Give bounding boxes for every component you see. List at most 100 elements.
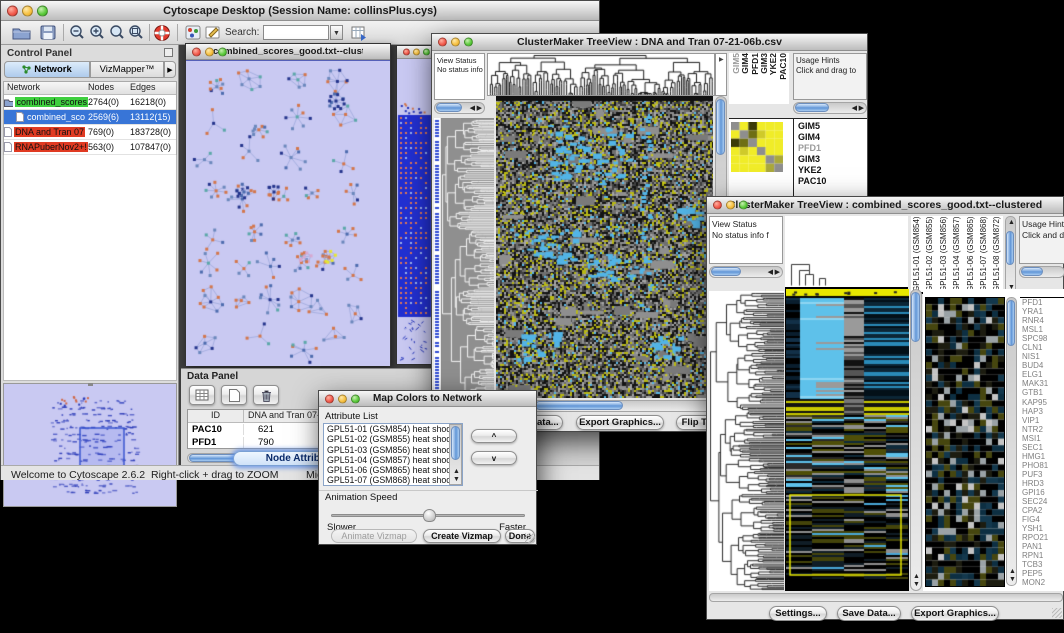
plugin-icon[interactable] bbox=[183, 23, 203, 42]
row-label[interactable]: PFD1 bbox=[798, 143, 826, 154]
gene-label[interactable]: NIS1 bbox=[1022, 352, 1064, 361]
tv2-status-scrollbar[interactable]: ◀▶ bbox=[709, 266, 783, 278]
overview-resize-handle[interactable] bbox=[88, 383, 93, 386]
tv1-row-dendrogram[interactable] bbox=[441, 118, 494, 398]
main-title-bar[interactable]: Cytoscape Desktop (Session Name: collins… bbox=[1, 1, 599, 21]
minimize-icon[interactable] bbox=[451, 38, 460, 47]
column-label[interactable]: YKE2 bbox=[768, 53, 777, 75]
column-label[interactable]: PAC10 bbox=[778, 53, 787, 80]
zoom-fit-icon[interactable] bbox=[107, 23, 127, 42]
tv2-save-data-button[interactable]: Save Data... bbox=[837, 606, 901, 621]
gene-label[interactable]: PEP5 bbox=[1022, 569, 1064, 578]
gene-label[interactable]: HRD3 bbox=[1022, 479, 1064, 488]
zoom-selected-icon[interactable] bbox=[126, 23, 146, 42]
close-icon[interactable] bbox=[7, 5, 18, 16]
zoom-window-icon[interactable] bbox=[739, 201, 748, 210]
gene-label[interactable]: HAP3 bbox=[1022, 407, 1064, 416]
gene-label[interactable]: BUD4 bbox=[1022, 361, 1064, 370]
minimize-icon[interactable] bbox=[205, 47, 214, 56]
gene-label[interactable]: SEC24 bbox=[1022, 497, 1064, 506]
close-icon[interactable] bbox=[403, 49, 410, 56]
zoom-window-icon[interactable] bbox=[37, 5, 48, 16]
minimize-icon[interactable] bbox=[413, 49, 420, 56]
animate-vizmap-button[interactable]: Animate Vizmap bbox=[331, 529, 417, 543]
search-dropdown-button[interactable]: ▼ bbox=[330, 25, 343, 40]
network-overview-canvas[interactable] bbox=[4, 384, 176, 506]
search-input[interactable] bbox=[263, 25, 329, 40]
tv2-collabel-scrollbar[interactable]: ▲▼ bbox=[1005, 216, 1016, 294]
network-graph-canvas-2[interactable] bbox=[397, 59, 432, 364]
column-label[interactable]: PFD1 bbox=[750, 53, 759, 75]
new-attribute-button[interactable] bbox=[221, 385, 247, 405]
gene-label[interactable]: ELG1 bbox=[1022, 370, 1064, 379]
column-label[interactable]: GPL51-08 (GSM872) bbox=[992, 216, 1002, 292]
col-header-edges[interactable]: Edges bbox=[130, 82, 176, 94]
tv2-usage-scrollbar[interactable] bbox=[1019, 266, 1064, 278]
tab-overflow-arrow[interactable]: ▶ bbox=[164, 61, 176, 78]
tv1-usage-scrollbar[interactable]: ◀▶ bbox=[793, 102, 867, 114]
gene-label[interactable]: RNR4 bbox=[1022, 316, 1064, 325]
tv2-zoom-scrollbar[interactable]: ▲▼ bbox=[1006, 297, 1017, 586]
row-label[interactable]: YKE2 bbox=[798, 165, 826, 176]
gene-label[interactable]: GPI16 bbox=[1022, 488, 1064, 497]
column-label[interactable]: GPL51-01 (GSM854) bbox=[912, 216, 922, 292]
gene-label[interactable]: RPN1 bbox=[1022, 551, 1064, 560]
gene-label[interactable]: HMG1 bbox=[1022, 452, 1064, 461]
column-label[interactable]: GIM3 bbox=[759, 53, 768, 74]
zoom-in-icon[interactable] bbox=[87, 23, 107, 42]
zoom-out-icon[interactable] bbox=[67, 23, 87, 42]
zoom-window-icon[interactable] bbox=[351, 394, 360, 403]
network-row-combined-scores[interactable]: combined_scores 2764(0) 16218(0) bbox=[4, 95, 176, 110]
attribute-list-item[interactable]: GPL51-03 (GSM856) heat shock 15 min bbox=[324, 445, 462, 455]
attribute-list-scrollbar[interactable]: ▲▼ bbox=[449, 424, 462, 485]
gene-label[interactable]: SPC98 bbox=[1022, 334, 1064, 343]
gene-label[interactable]: FIG4 bbox=[1022, 515, 1064, 524]
network-overview-panel[interactable] bbox=[3, 383, 177, 507]
gene-label[interactable]: PHO81 bbox=[1022, 461, 1064, 470]
move-up-button[interactable]: ^ bbox=[471, 429, 517, 443]
zoom-window-icon[interactable] bbox=[464, 38, 473, 47]
attribute-list-item[interactable]: GPL51-02 (GSM855) heat shock 10 min bbox=[324, 434, 462, 444]
gene-label[interactable]: TCB3 bbox=[1022, 560, 1064, 569]
row-label[interactable]: GIM4 bbox=[798, 132, 826, 143]
attribute-list-item[interactable]: GPL51-01 (GSM854) heat shock 05 min bbox=[324, 424, 462, 434]
gene-label[interactable]: PUF3 bbox=[1022, 470, 1064, 479]
minimize-icon[interactable] bbox=[22, 5, 33, 16]
gene-label[interactable]: VIP1 bbox=[1022, 416, 1064, 425]
gene-label[interactable]: SEC1 bbox=[1022, 443, 1064, 452]
data-row-id[interactable]: PFD1 bbox=[188, 437, 244, 448]
network-graph-canvas[interactable] bbox=[186, 60, 390, 366]
column-label[interactable]: GPL51-02 (GSM855) bbox=[925, 216, 935, 292]
column-label[interactable]: GPL51-03 (GSM856) bbox=[939, 216, 949, 292]
tv2-hscrollbar[interactable] bbox=[709, 593, 1063, 602]
tv2-row-dendrogram[interactable] bbox=[709, 291, 784, 591]
float-panel-icon[interactable] bbox=[164, 48, 173, 57]
gene-label[interactable]: MSL1 bbox=[1022, 325, 1064, 334]
tab-network[interactable]: Network bbox=[4, 61, 90, 78]
attribute-table-icon[interactable] bbox=[349, 23, 369, 42]
animation-speed-slider[interactable] bbox=[331, 509, 525, 523]
tv1-top-dendrogram[interactable] bbox=[487, 53, 715, 96]
edit-annotation-icon[interactable] bbox=[203, 23, 223, 42]
column-label[interactable]: GPL51-04 (GSM857) bbox=[952, 216, 962, 292]
treeview1-title-bar[interactable]: ClusterMaker TreeView : DNA and Tran 07-… bbox=[432, 34, 867, 51]
open-network-icon[interactable] bbox=[11, 23, 31, 42]
gene-label[interactable]: MON2 bbox=[1022, 578, 1064, 587]
tv1-row-selection-strip[interactable] bbox=[434, 118, 440, 398]
close-icon[interactable] bbox=[438, 38, 447, 47]
minimize-icon[interactable] bbox=[726, 201, 735, 210]
tv1-export-graphics-button[interactable]: Export Graphics... bbox=[576, 415, 664, 430]
close-icon[interactable] bbox=[325, 394, 334, 403]
column-label[interactable]: GPL51-07 (GSM868) bbox=[979, 216, 989, 292]
tv2-settings-button[interactable]: Settings... bbox=[769, 606, 827, 621]
gene-label[interactable]: YSH1 bbox=[1022, 524, 1064, 533]
column-label[interactable]: GIM5 bbox=[731, 53, 740, 74]
tab-vizmapper[interactable]: VizMapper™ bbox=[90, 61, 164, 78]
attribute-list-item[interactable]: GPL51-04 (GSM857) heat shock 20 min bbox=[324, 455, 462, 465]
delete-attribute-button[interactable] bbox=[253, 385, 279, 405]
col-header-network[interactable]: Network bbox=[4, 82, 88, 94]
attribute-table-button[interactable] bbox=[189, 385, 215, 405]
gene-label[interactable]: PAN1 bbox=[1022, 542, 1064, 551]
tv2-zoom-heatmap[interactable] bbox=[925, 297, 1005, 587]
help-lifesaver-icon[interactable] bbox=[152, 23, 172, 42]
